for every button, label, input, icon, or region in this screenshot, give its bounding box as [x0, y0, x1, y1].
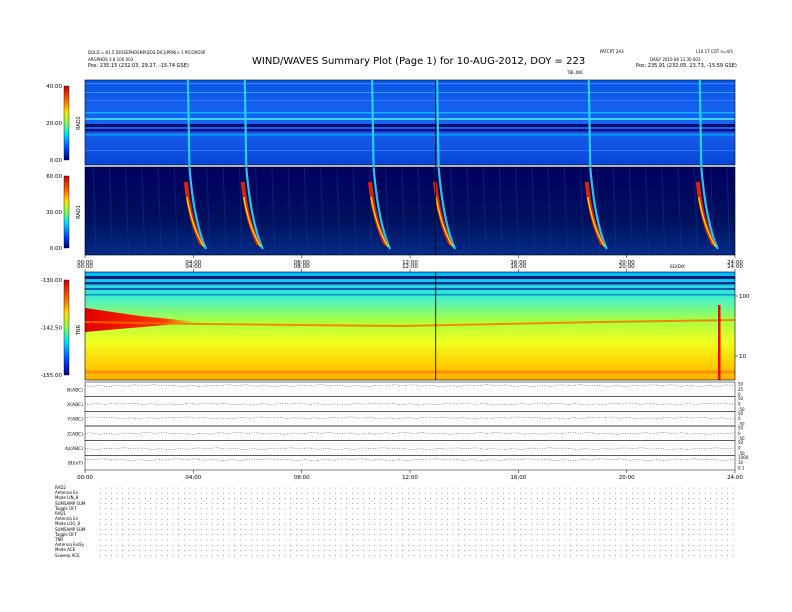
mag-xtick-label: 24:00	[727, 475, 743, 481]
tnr-xtick-label: 16:00	[510, 264, 526, 270]
tnr-xtick-label: 20:00	[619, 264, 635, 270]
footer-line: Ssweep ACE	[55, 552, 80, 558]
mag-panel-trace	[84, 432, 736, 435]
mag-xtick-label: 12:00	[402, 475, 418, 481]
rad1-colorbar	[63, 175, 70, 249]
tnr-band	[85, 288, 735, 290]
rad2-band	[85, 150, 735, 151]
mag-panel-right-tick: 50	[738, 382, 744, 387]
rad2-band	[85, 83, 735, 85]
rad2-ylabel: RAD2	[76, 116, 82, 130]
mag-panel-label: X(ABC)	[67, 402, 83, 408]
summary-plot: 40.00 20.00 0.00 RAD2 60.00 30.00 0.00 RAD1 00:0…	[41, 79, 750, 556]
mag-panel-label: B(ABC)	[67, 387, 83, 393]
rad1-spectrogram	[85, 167, 735, 255]
tnr-colorbar-tick: -155.00	[41, 373, 63, 379]
mag-panel-frame	[84, 425, 736, 441]
mag-xtick-label: 08:00	[294, 475, 310, 481]
mag-panel-right-tick: 10	[738, 460, 744, 465]
rad2-colorbar-tick: 0.00	[50, 158, 63, 164]
tnr-spike	[718, 305, 721, 380]
rad2-band	[85, 112, 735, 114]
rad2-band	[85, 92, 735, 93]
tnr-colorbar-tick: -130.00	[41, 278, 63, 284]
tnr-xtick-label: 24:00	[727, 264, 743, 270]
mag-panel-label: Y(ABC)	[67, 417, 84, 423]
mag-xtick-label: 04:00	[185, 475, 201, 481]
mag-panel-right-tick: 0	[738, 431, 741, 436]
mag-panel-right-tick: 0	[738, 446, 741, 451]
mag-panel-frame	[84, 381, 736, 397]
tnr-top-right-label: EEXDIX	[670, 264, 685, 269]
tnr-colorbar-tick: -142.50	[41, 326, 63, 332]
mag-panel-right-tick: 1000	[738, 455, 749, 460]
mag-panel-frame	[84, 455, 736, 471]
tnr-xtick-label: 00:00	[77, 264, 93, 270]
rad2-band	[85, 100, 735, 101]
rad2-colorbar-tick: 20.00	[46, 121, 62, 127]
mag-panel-right-tick: 0	[738, 402, 741, 407]
mag-panel-trace	[84, 402, 736, 406]
tnr-xtick-label: 04:00	[185, 264, 201, 270]
mag-xtick-label: 20:00	[619, 475, 635, 481]
tnr-right-tick-label: 100	[739, 294, 750, 300]
mag-panel-frame	[84, 396, 736, 412]
mag-panel-trace	[84, 384, 736, 388]
rad2-band	[85, 134, 735, 136]
mag-xtick-label: 00:00	[77, 475, 93, 481]
mag-panel-label: Z(ABC)	[67, 431, 83, 437]
mag-panel-trace	[84, 458, 736, 462]
mag-panel-label: Az(ABC)	[65, 446, 83, 452]
tnr-right-tick-label: 10	[739, 354, 746, 360]
mag-panel-right-tick: 50	[738, 440, 744, 445]
mag-panel-right-tick: 50	[738, 426, 744, 431]
mag-panel-trace	[84, 447, 736, 451]
tnr-band	[85, 282, 735, 285]
tnr-xtick-label: 12:00	[402, 264, 418, 270]
rad2-band	[85, 118, 735, 120]
mag-panel-right-tick: 50	[738, 411, 744, 416]
mag-panel-trace	[84, 416, 736, 420]
mag-panel-right-tick: 0	[738, 416, 741, 421]
tnr-ylabel: TNR	[76, 324, 82, 336]
mag-panel-right-tick: 25	[738, 387, 744, 392]
rad2-band	[85, 124, 735, 127]
rad2-band	[85, 129, 735, 132]
tnr-band	[85, 294, 735, 296]
rad1-colorbar-tick: 30.00	[46, 210, 62, 216]
rad2-colorbar	[63, 85, 70, 161]
rad1-ylabel: RAD1	[76, 205, 82, 219]
tnr-xtick-label: 08:00	[294, 264, 310, 270]
mag-panel-right-tick: 0.1	[738, 466, 745, 471]
rad1-colorbar-tick: 0.00	[50, 246, 63, 252]
rad1-colorbar-tick: 60.00	[46, 174, 62, 180]
tnr-band	[85, 276, 735, 279]
mag-panel-label: |B|(nT)	[68, 461, 83, 467]
tnr-colorbar	[63, 279, 70, 376]
mag-panel-right-tick: 50	[738, 396, 744, 401]
mag-xtick-label: 16:00	[510, 475, 526, 481]
rad2-colorbar-tick: 40.00	[46, 84, 62, 90]
